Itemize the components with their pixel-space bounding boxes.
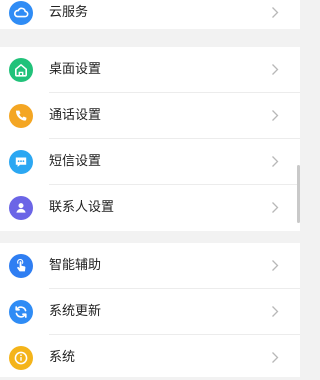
- refresh-icon: [9, 300, 33, 324]
- settings-item-label: 通话设置: [49, 108, 102, 123]
- settings-item-label: 联系人设置: [49, 200, 115, 215]
- info-icon: [9, 346, 33, 370]
- chevron-right-icon: [272, 202, 279, 213]
- settings-item-label: 智能辅助: [49, 258, 102, 273]
- chevron-right-icon: [272, 352, 279, 363]
- settings-group-3: 智能辅助 系统更新 系统: [0, 243, 300, 377]
- settings-item-label: 系统: [49, 350, 76, 365]
- phone-icon: [9, 104, 33, 128]
- message-icon: [9, 150, 33, 174]
- chevron-right-icon: [272, 306, 279, 317]
- settings-group-1: 云服务: [0, 0, 300, 29]
- settings-item-system-update[interactable]: 系统更新: [0, 289, 300, 334]
- contact-icon: [9, 196, 33, 220]
- settings-group-2: 桌面设置 通话设置 短信设置 联系人设置: [0, 47, 300, 231]
- settings-item-system[interactable]: 系统: [0, 335, 300, 380]
- cloud-icon: [9, 1, 33, 25]
- home-icon: [9, 58, 33, 82]
- touch-icon: [9, 254, 33, 278]
- chevron-right-icon: [272, 110, 279, 121]
- settings-item-contacts[interactable]: 联系人设置: [0, 185, 300, 230]
- chevron-right-icon: [272, 156, 279, 167]
- settings-item-label: 桌面设置: [49, 62, 102, 77]
- chevron-right-icon: [272, 7, 279, 18]
- settings-item-call[interactable]: 通话设置: [0, 93, 300, 138]
- chevron-right-icon: [272, 260, 279, 271]
- settings-item-sms[interactable]: 短信设置: [0, 139, 300, 184]
- settings-item-desktop[interactable]: 桌面设置: [0, 47, 300, 92]
- scrollbar[interactable]: [297, 165, 300, 223]
- chevron-right-icon: [272, 64, 279, 75]
- settings-item-smart-assist[interactable]: 智能辅助: [0, 243, 300, 288]
- settings-item-label: 云服务: [49, 5, 89, 20]
- settings-item-cloud-service[interactable]: 云服务: [0, 0, 300, 35]
- settings-item-label: 短信设置: [49, 154, 102, 169]
- settings-item-label: 系统更新: [49, 304, 102, 319]
